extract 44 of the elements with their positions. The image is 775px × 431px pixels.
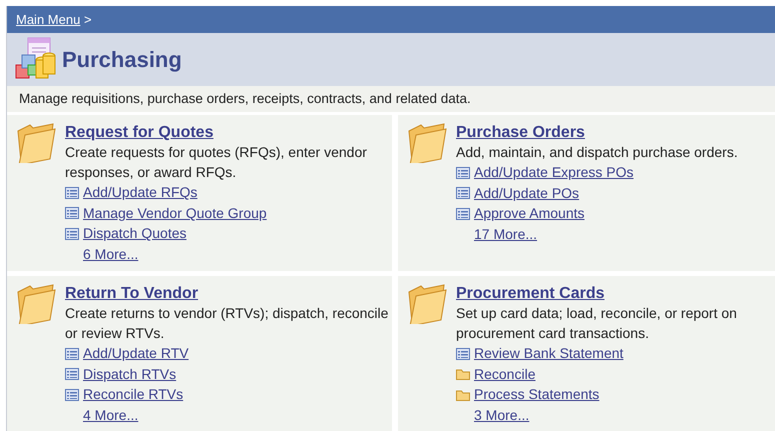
page-icon [65, 348, 79, 360]
page-icon [456, 187, 470, 199]
page-icon [65, 388, 79, 400]
section-title-link[interactable]: Purchase Orders [456, 123, 585, 142]
section-title-link[interactable]: Procurement Cards [456, 284, 604, 304]
page-title: Purchasing [62, 46, 182, 74]
menu-link[interactable]: Reconcile RTVs [83, 384, 184, 405]
more-link[interactable]: 4 More... [83, 404, 138, 426]
folder-icon [15, 284, 57, 324]
page-icon [65, 368, 79, 380]
menu-link[interactable]: Add/Update POs [474, 182, 580, 204]
folder-icon [406, 284, 448, 324]
section-description: Create requests for quotes (RFQs), enter vendor responses, or award RFQs. [65, 143, 368, 182]
menu-link[interactable]: Review Bank Statement [474, 343, 624, 364]
menu-link[interactable]: Add/Update Express POs [474, 162, 634, 183]
folder-icon [456, 388, 470, 400]
menu-link[interactable]: Add/Update RFQs [83, 182, 198, 203]
folder-icon [15, 123, 57, 164]
menu-link[interactable]: Manage Vendor Quote Group [83, 202, 267, 224]
menu-link[interactable]: Add/Update RTV [83, 343, 189, 364]
section-description: Add, maintain, and dispatch purchase orders. [456, 143, 738, 162]
folder-icon [406, 123, 448, 164]
menu-link[interactable]: Process Statements [474, 384, 600, 405]
breadcrumb-link[interactable]: Main Menu [16, 12, 80, 27]
menu-link[interactable]: Reconcile [474, 364, 536, 384]
section-title-link[interactable]: Request for Quotes [65, 123, 214, 142]
page-icon [456, 348, 470, 360]
page-icon [65, 228, 79, 240]
more-link[interactable]: 17 More... [474, 224, 538, 244]
more-link[interactable]: 6 More... [83, 244, 138, 264]
page-description: Manage requisitions, purchase orders, receipts, contracts, and related data. [7, 86, 775, 116]
page-icon [456, 208, 470, 220]
more-link[interactable]: 3 More... [474, 404, 530, 426]
menu-link[interactable]: Dispatch RTVs [83, 364, 176, 384]
section-description: Create returns to vendor (RTVs); dispatch, reconcile or review RTVs. [65, 304, 390, 344]
breadcrumb-separator: > [84, 12, 92, 27]
folder-icon [456, 368, 470, 380]
menu-link[interactable]: Approve Amounts [474, 203, 585, 224]
page-icon [65, 207, 79, 219]
section-title-link[interactable]: Return To Vendor [65, 284, 198, 304]
page-icon [456, 166, 470, 178]
section-description: Set up card data; load, reconcile, or report on procurement card transactions. [456, 304, 738, 344]
menu-link[interactable]: Dispatch Quotes [83, 223, 186, 244]
page-icon [65, 186, 79, 198]
